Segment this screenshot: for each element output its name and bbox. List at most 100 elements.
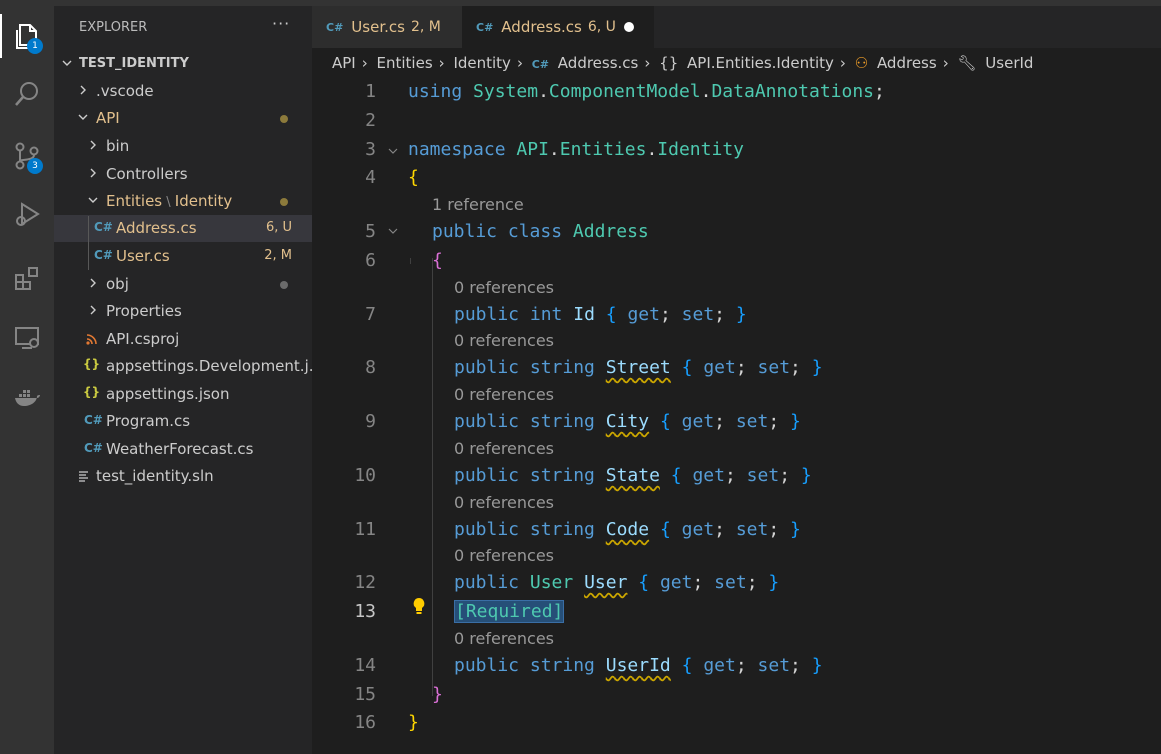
- tab-address-cs[interactable]: C# Address.cs 6, U: [462, 6, 654, 48]
- folder-api[interactable]: API: [54, 105, 312, 132]
- chevron-right-icon: ›: [361, 54, 368, 72]
- folder-obj[interactable]: obj: [54, 271, 312, 298]
- workspace-root-label: TEST_IDENTITY: [79, 56, 189, 71]
- search-icon[interactable]: [0, 70, 54, 118]
- file-appsettings[interactable]: {} appsettings.json: [54, 381, 312, 408]
- file-label: WeatherForecast.cs: [106, 440, 254, 458]
- breadcrumb: API › Entities › Identity › C# Address.cs › …: [332, 54, 1037, 76]
- docker-icon[interactable]: [0, 374, 54, 422]
- folder-label: Properties: [106, 302, 182, 320]
- line-number: 9: [365, 411, 376, 432]
- chevron-right-icon: ›: [644, 54, 651, 72]
- breadcrumb-item[interactable]: Entities: [377, 54, 433, 72]
- file-status: 6, U: [265, 220, 292, 235]
- csharp-file-icon: C#: [476, 20, 494, 34]
- line-number: 4: [365, 167, 376, 188]
- file-api-csproj[interactable]: API.csproj: [54, 326, 312, 353]
- tab-status: 2, M: [410, 19, 441, 35]
- workspace-root[interactable]: TEST_IDENTITY: [54, 50, 312, 77]
- folder-label: Controllers: [106, 165, 188, 183]
- file-lines-icon: [79, 471, 88, 482]
- files-icon[interactable]: 1: [0, 12, 54, 60]
- run-debug-icon[interactable]: [0, 190, 54, 238]
- line-number: 11: [354, 519, 376, 540]
- csharp-file-icon: C#: [84, 413, 103, 427]
- editor-tab-bar: C# User.cs 2, M C# Address.cs 6, U: [312, 6, 1161, 48]
- codelens-references[interactable]: 0 references: [454, 278, 554, 297]
- lightbulb-icon[interactable]: [412, 597, 426, 615]
- chevron-right-icon: [80, 85, 86, 95]
- chevron-right-icon: ›: [839, 54, 846, 72]
- file-solution[interactable]: test_identity.sln: [54, 463, 312, 490]
- modified-dot: [280, 115, 288, 123]
- folder-vscode[interactable]: .vscode: [54, 78, 312, 105]
- code-line: public string Code { get; set; }: [454, 519, 801, 540]
- breadcrumb-item[interactable]: API: [332, 54, 356, 72]
- file-user-cs[interactable]: C# User.cs 2, M: [54, 243, 312, 270]
- folder-label: obj: [106, 275, 129, 293]
- folder-controllers[interactable]: Controllers: [54, 161, 312, 188]
- fold-chevron-icon[interactable]: [388, 226, 398, 236]
- line-number: 7: [365, 304, 376, 325]
- file-address-cs[interactable]: C# Address.cs 6, U: [54, 215, 312, 242]
- breadcrumb-item[interactable]: Identity: [453, 54, 511, 72]
- file-label: test_identity.sln: [96, 467, 214, 485]
- extensions-icon[interactable]: [0, 254, 54, 302]
- sidebar-title: EXPLORER: [79, 20, 148, 35]
- file-label: appsettings.json: [106, 385, 230, 403]
- tab-label: Address.cs: [501, 18, 582, 36]
- class-icon: ⚇: [854, 54, 869, 72]
- chevron-right-icon: ›: [516, 54, 523, 72]
- breadcrumb-item[interactable]: Address.cs: [558, 54, 639, 72]
- scm-badge: 3: [27, 158, 43, 174]
- chevron-right-icon: [90, 140, 96, 150]
- codelens-references[interactable]: 0 references: [454, 385, 554, 404]
- breadcrumb-item[interactable]: API.Entities.Identity: [687, 54, 834, 72]
- file-program-cs[interactable]: C# Program.cs: [54, 408, 312, 435]
- code-line: public User User { get; set; }: [454, 572, 780, 593]
- file-status: 2, M: [264, 248, 292, 263]
- folder-label: API: [96, 109, 120, 127]
- codelens-references[interactable]: 0 references: [454, 493, 554, 512]
- source-control-icon[interactable]: 3: [0, 132, 54, 180]
- code-line: public string Street { get; set; }: [454, 357, 823, 378]
- codelens-references[interactable]: 0 references: [454, 439, 554, 458]
- codelens-references[interactable]: 1 reference: [432, 195, 524, 214]
- folder-bin[interactable]: bin: [54, 133, 312, 160]
- chevron-right-icon: [90, 168, 96, 178]
- codelens-references[interactable]: 0 references: [454, 331, 554, 350]
- codelens-references[interactable]: 0 references: [454, 546, 554, 565]
- csharp-file-icon: C#: [94, 248, 113, 262]
- line-number: 15: [354, 684, 376, 705]
- breadcrumb-item[interactable]: UserId: [985, 54, 1033, 72]
- csharp-file-icon: C#: [94, 220, 113, 234]
- chevron-down-icon: [62, 60, 72, 66]
- tree-indent-guide: [88, 216, 89, 270]
- fold-chevron-icon[interactable]: [388, 146, 398, 156]
- file-label: Program.cs: [106, 412, 191, 430]
- code-line: public int Id { get; set; }: [454, 304, 747, 325]
- code-line-current: [Required]: [454, 600, 565, 623]
- more-actions-icon[interactable]: ···: [272, 14, 290, 33]
- file-label: API.csproj: [106, 330, 180, 348]
- codelens-references[interactable]: 0 references: [454, 629, 554, 648]
- folder-label: .vscode: [96, 82, 154, 100]
- file-appsettings-dev[interactable]: {} appsettings.Development.j...: [54, 353, 312, 380]
- line-number-current: 13: [354, 601, 376, 622]
- folder-entities-identity[interactable]: Entities \ Identity: [54, 188, 312, 215]
- required-attribute: [Required]: [454, 600, 565, 623]
- chevron-down-icon: [78, 114, 88, 120]
- rss-icon: [86, 334, 97, 345]
- file-weatherforecast-cs[interactable]: C# WeatherForecast.cs: [54, 436, 312, 463]
- tab-user-cs[interactable]: C# User.cs 2, M: [312, 6, 462, 48]
- explorer-badge: 1: [27, 38, 43, 54]
- csharp-file-icon: C#: [531, 58, 550, 71]
- chevron-right-icon: ›: [942, 54, 949, 72]
- code-editor[interactable]: 1 2 3 4 5 6 7 8 9 10 11 12 13 14 15 16 u…: [312, 78, 1161, 754]
- unsaved-dot-icon[interactable]: [624, 22, 634, 32]
- breadcrumb-item[interactable]: Address: [877, 54, 937, 72]
- code-line: public string UserId { get; set; }: [454, 655, 823, 676]
- folder-properties[interactable]: Properties: [54, 298, 312, 325]
- file-label: Address.cs: [116, 219, 197, 237]
- remote-explorer-icon[interactable]: [0, 314, 54, 362]
